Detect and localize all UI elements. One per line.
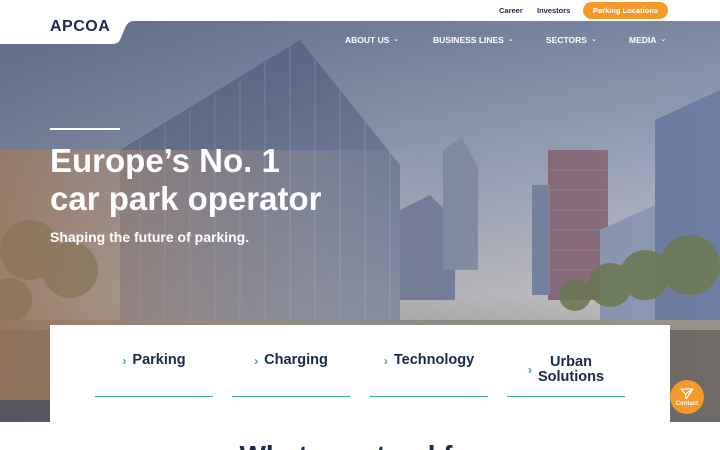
section-heading: What we stand for [0, 440, 720, 450]
nav-item-label: ABOUT US [345, 35, 390, 45]
service-label: Urban Solutions [538, 355, 604, 385]
chevron-right-icon: › [122, 353, 127, 368]
nav-item-about-us[interactable]: ABOUT US ⌄ [345, 35, 399, 45]
investors-link[interactable]: Investors [537, 6, 570, 15]
chevron-down-icon: ⌄ [393, 36, 400, 43]
service-link-parking[interactable]: › Parking [95, 325, 213, 397]
contact-button[interactable]: Contact [670, 380, 704, 414]
service-label: Technology [393, 352, 475, 368]
contact-label: Contact [675, 400, 699, 407]
nav-item-business-lines[interactable]: BUSINESS LINES ⌄ [433, 35, 514, 45]
chevron-right-icon: › [527, 363, 532, 377]
nav-item-label: MEDIA [629, 35, 657, 45]
apcoa-logo: APCOA [50, 18, 111, 35]
chevron-down-icon: ⌄ [660, 36, 667, 43]
hero-divider [50, 128, 120, 130]
service-label-line-2: Solutions [537, 369, 605, 385]
service-link-charging[interactable]: › Charging [232, 325, 350, 397]
career-link[interactable]: Career [499, 6, 523, 15]
nav-item-label: BUSINESS LINES [433, 35, 504, 45]
paper-plane-icon [680, 387, 694, 400]
hero-title-line-1: Europe’s No. 1 [50, 142, 280, 179]
nav-item-sectors[interactable]: SECTORS ⌄ [546, 35, 597, 45]
chevron-right-icon: › [383, 353, 388, 368]
service-label-line-1: Urban [550, 354, 592, 370]
hero-title-line-2: car park operator [50, 180, 322, 217]
hero-subtitle: Shaping the future of parking. [50, 229, 250, 245]
service-label: Parking [132, 352, 186, 368]
service-links-card: › Parking › Charging › Technology › Urba… [50, 325, 670, 422]
hero-title: Europe’s No. 1 car park operator [50, 142, 390, 218]
main-navigation: ABOUT US ⌄ BUSINESS LINES ⌄ SECTORS ⌄ ME… [0, 35, 720, 47]
chevron-down-icon: ⌄ [590, 36, 597, 43]
parking-locations-button[interactable]: Parking Locations [583, 2, 668, 19]
chevron-right-icon: › [254, 353, 259, 368]
nav-item-label: SECTORS [546, 35, 587, 45]
service-link-urban-solutions[interactable]: › Urban Solutions [507, 325, 625, 397]
service-link-technology[interactable]: › Technology [370, 325, 488, 397]
nav-item-media[interactable]: MEDIA ⌄ [629, 35, 666, 45]
service-label: Charging [264, 352, 328, 368]
chevron-down-icon: ⌄ [507, 36, 514, 43]
